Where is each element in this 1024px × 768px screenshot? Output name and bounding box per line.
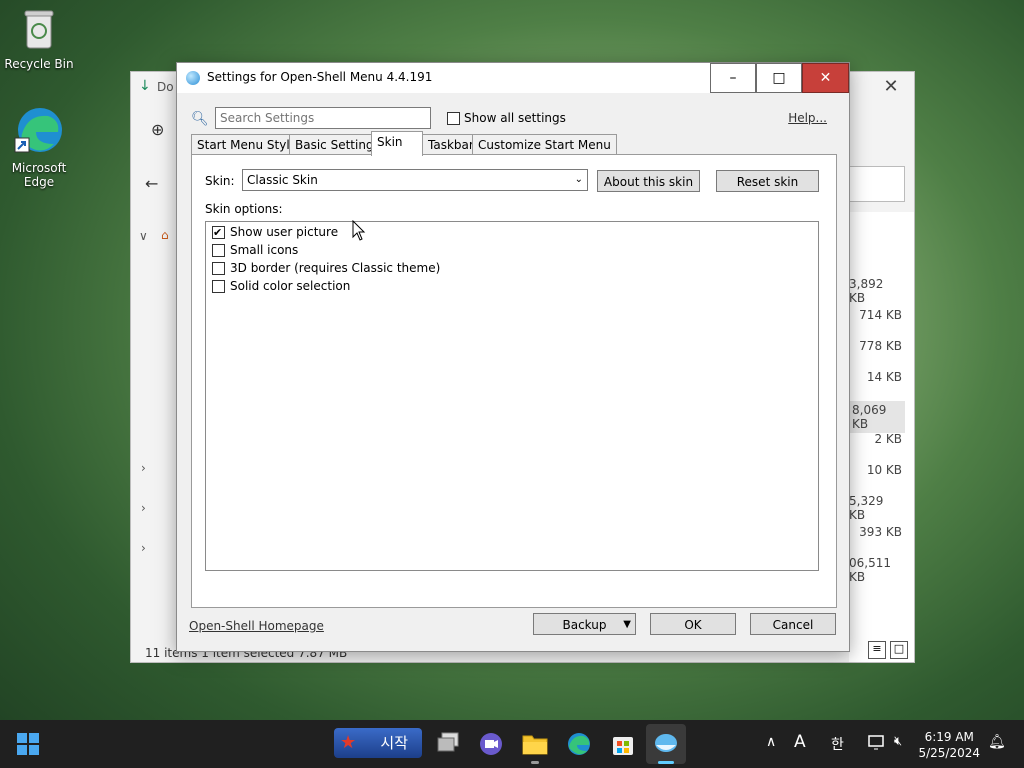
option-label: Small icons [230,243,299,257]
mouse-cursor-icon [352,220,366,241]
show-all-settings-checkbox[interactable]: Show all settings [447,111,566,125]
explorer-close-icon[interactable]: ✕ [868,72,914,102]
ime-korean[interactable]: 한 [831,734,844,754]
file-size: 8,069 KB [849,401,905,433]
explorer-active-indicator [531,761,539,764]
option-show-user-picture[interactable]: Show user picture [212,223,339,242]
recycle-bin-desktop-icon[interactable]: Recycle Bin [2,6,76,71]
close-button[interactable]: ✕ [802,63,849,93]
skin-options-label: Skin options: [205,202,283,216]
checkbox-box[interactable] [447,112,460,125]
cancel-button[interactable]: Cancel [750,613,836,635]
maximize-button[interactable]: □ [756,63,802,93]
explorer-title: Do [157,80,174,94]
open-shell-icon [186,71,200,85]
file-size: 393 KB [859,525,902,539]
ime-letter[interactable]: A [794,732,806,752]
show-all-label: Show all settings [464,111,566,125]
option-label: Show user picture [230,225,339,239]
red-star-icon: ★ [340,732,357,753]
chevron-down-icon[interactable]: ∨ [139,229,148,243]
network-icon[interactable] [868,735,886,751]
chevron-right-icon[interactable]: › [141,541,146,555]
chevron-down-icon: ⌄ [574,174,583,185]
backup-button[interactable]: Backup ▼ [533,613,636,635]
volume-muted-icon[interactable]: 🔇︎ [894,734,902,749]
file-size: 10 KB [866,463,902,477]
file-size: 14 KB [866,370,902,384]
about-skin-button[interactable]: About this skin [597,170,700,192]
file-size: 5,329 KB [849,494,884,522]
file-size: 3,892 KB [849,277,884,305]
file-size: 778 KB [859,339,902,353]
option-label: 3D border (requires Classic theme) [230,261,441,275]
backup-label: Backup [562,618,607,632]
chevron-right-icon[interactable]: › [141,461,146,475]
home-icon[interactable]: ⌂ [161,228,169,242]
skin-dropdown-value: Classic Skin [247,173,318,187]
start-korean-label: 시작 [380,734,408,752]
option-label: Solid color selection [230,279,351,293]
view-toggle: ≡ □ [864,641,908,659]
search-input[interactable] [215,107,431,129]
checkbox-checked[interactable] [212,224,225,242]
explorer-address-bar[interactable] [849,166,905,202]
dialog-titlebar[interactable]: Settings for Open-Shell Menu 4.4.191 – □… [177,63,849,93]
maximize-icon: □ [772,70,786,86]
search-icon: 🔍︎ [191,111,209,127]
file-size: 714 KB [859,308,902,322]
edge-label: Microsoft Edge [11,161,67,189]
file-explorer-taskbar-icon[interactable] [522,732,548,756]
minimize-button[interactable]: – [710,63,756,93]
open-shell-taskbar-button[interactable] [646,724,686,764]
skin-dropdown[interactable]: Classic Skin ⌄ [242,169,588,191]
minimize-icon: – [729,70,737,86]
open-shell-settings-dialog[interactable]: Settings for Open-Shell Menu 4.4.191 – □… [176,62,850,652]
download-icon: ↓ [139,78,151,94]
tab-customize-start-menu[interactable]: Customize Start Menu [472,134,617,155]
file-size: 2 KB [874,432,902,446]
help-link[interactable]: Help... [788,111,827,125]
edge-desktop-icon[interactable]: Microsoft Edge [2,104,76,189]
reset-skin-button[interactable]: Reset skin [716,170,819,192]
skin-options-list[interactable]: Show user picture Small icons 3D border … [205,221,819,571]
chevron-up-icon[interactable]: ∧ [766,734,776,750]
checkbox-unchecked[interactable] [212,262,225,275]
option-solid-color-selection[interactable]: Solid color selection [212,277,350,295]
details-view-icon[interactable]: ≡ [868,641,886,659]
task-view-icon[interactable] [436,732,460,754]
recycle-bin-label: Recycle Bin [4,57,74,71]
edge-taskbar-icon[interactable] [566,731,592,757]
explorer-file-list[interactable]: 3,892 KB 714 KB 778 KB 14 KB 8,069 KB 2 … [849,212,914,662]
checkbox-unchecked[interactable] [212,280,225,293]
tiles-view-icon[interactable]: □ [890,641,908,659]
clock-date: 5/25/2024 [918,746,980,760]
tab-start-menu-style[interactable]: Start Menu Style [191,134,304,155]
open-shell-homepage-link[interactable]: Open-Shell Homepage [189,619,324,633]
store-icon[interactable] [610,731,636,757]
skin-label: Skin: [205,174,235,188]
windows-start-icon[interactable] [16,732,40,756]
option-small-icons[interactable]: Small icons [212,241,298,259]
edge-icon [14,108,62,153]
meet-icon[interactable] [478,731,504,757]
skin-tab-panel: Skin: Classic Skin ⌄ About this skin Res… [191,154,837,608]
open-shell-taskbar-icon [655,734,677,752]
explorer-nav-pane: ∨ ⌂ › › › [131,102,179,662]
dialog-title: Settings for Open-Shell Menu 4.4.191 [207,70,433,84]
clock-time: 6:19 AM [924,730,974,744]
checkbox-unchecked[interactable] [212,244,225,257]
recycle-bin-icon [24,10,54,49]
tab-skin[interactable]: Skin [371,131,423,156]
close-icon: ✕ [819,70,832,86]
chevron-right-icon[interactable]: › [141,501,146,515]
open-shell-active-indicator [658,761,674,764]
file-size: 06,511 KB [849,556,891,584]
taskbar-clock[interactable]: 6:19 AM 5/25/2024 [918,729,980,761]
dropdown-arrow-icon: ▼ [623,619,631,630]
ok-button[interactable]: OK [650,613,736,635]
option-3d-border[interactable]: 3D border (requires Classic theme) [212,259,440,277]
notification-icon[interactable]: 🔔︎ [988,734,1006,750]
korean-start-button[interactable]: ★ 시작 [334,728,422,758]
